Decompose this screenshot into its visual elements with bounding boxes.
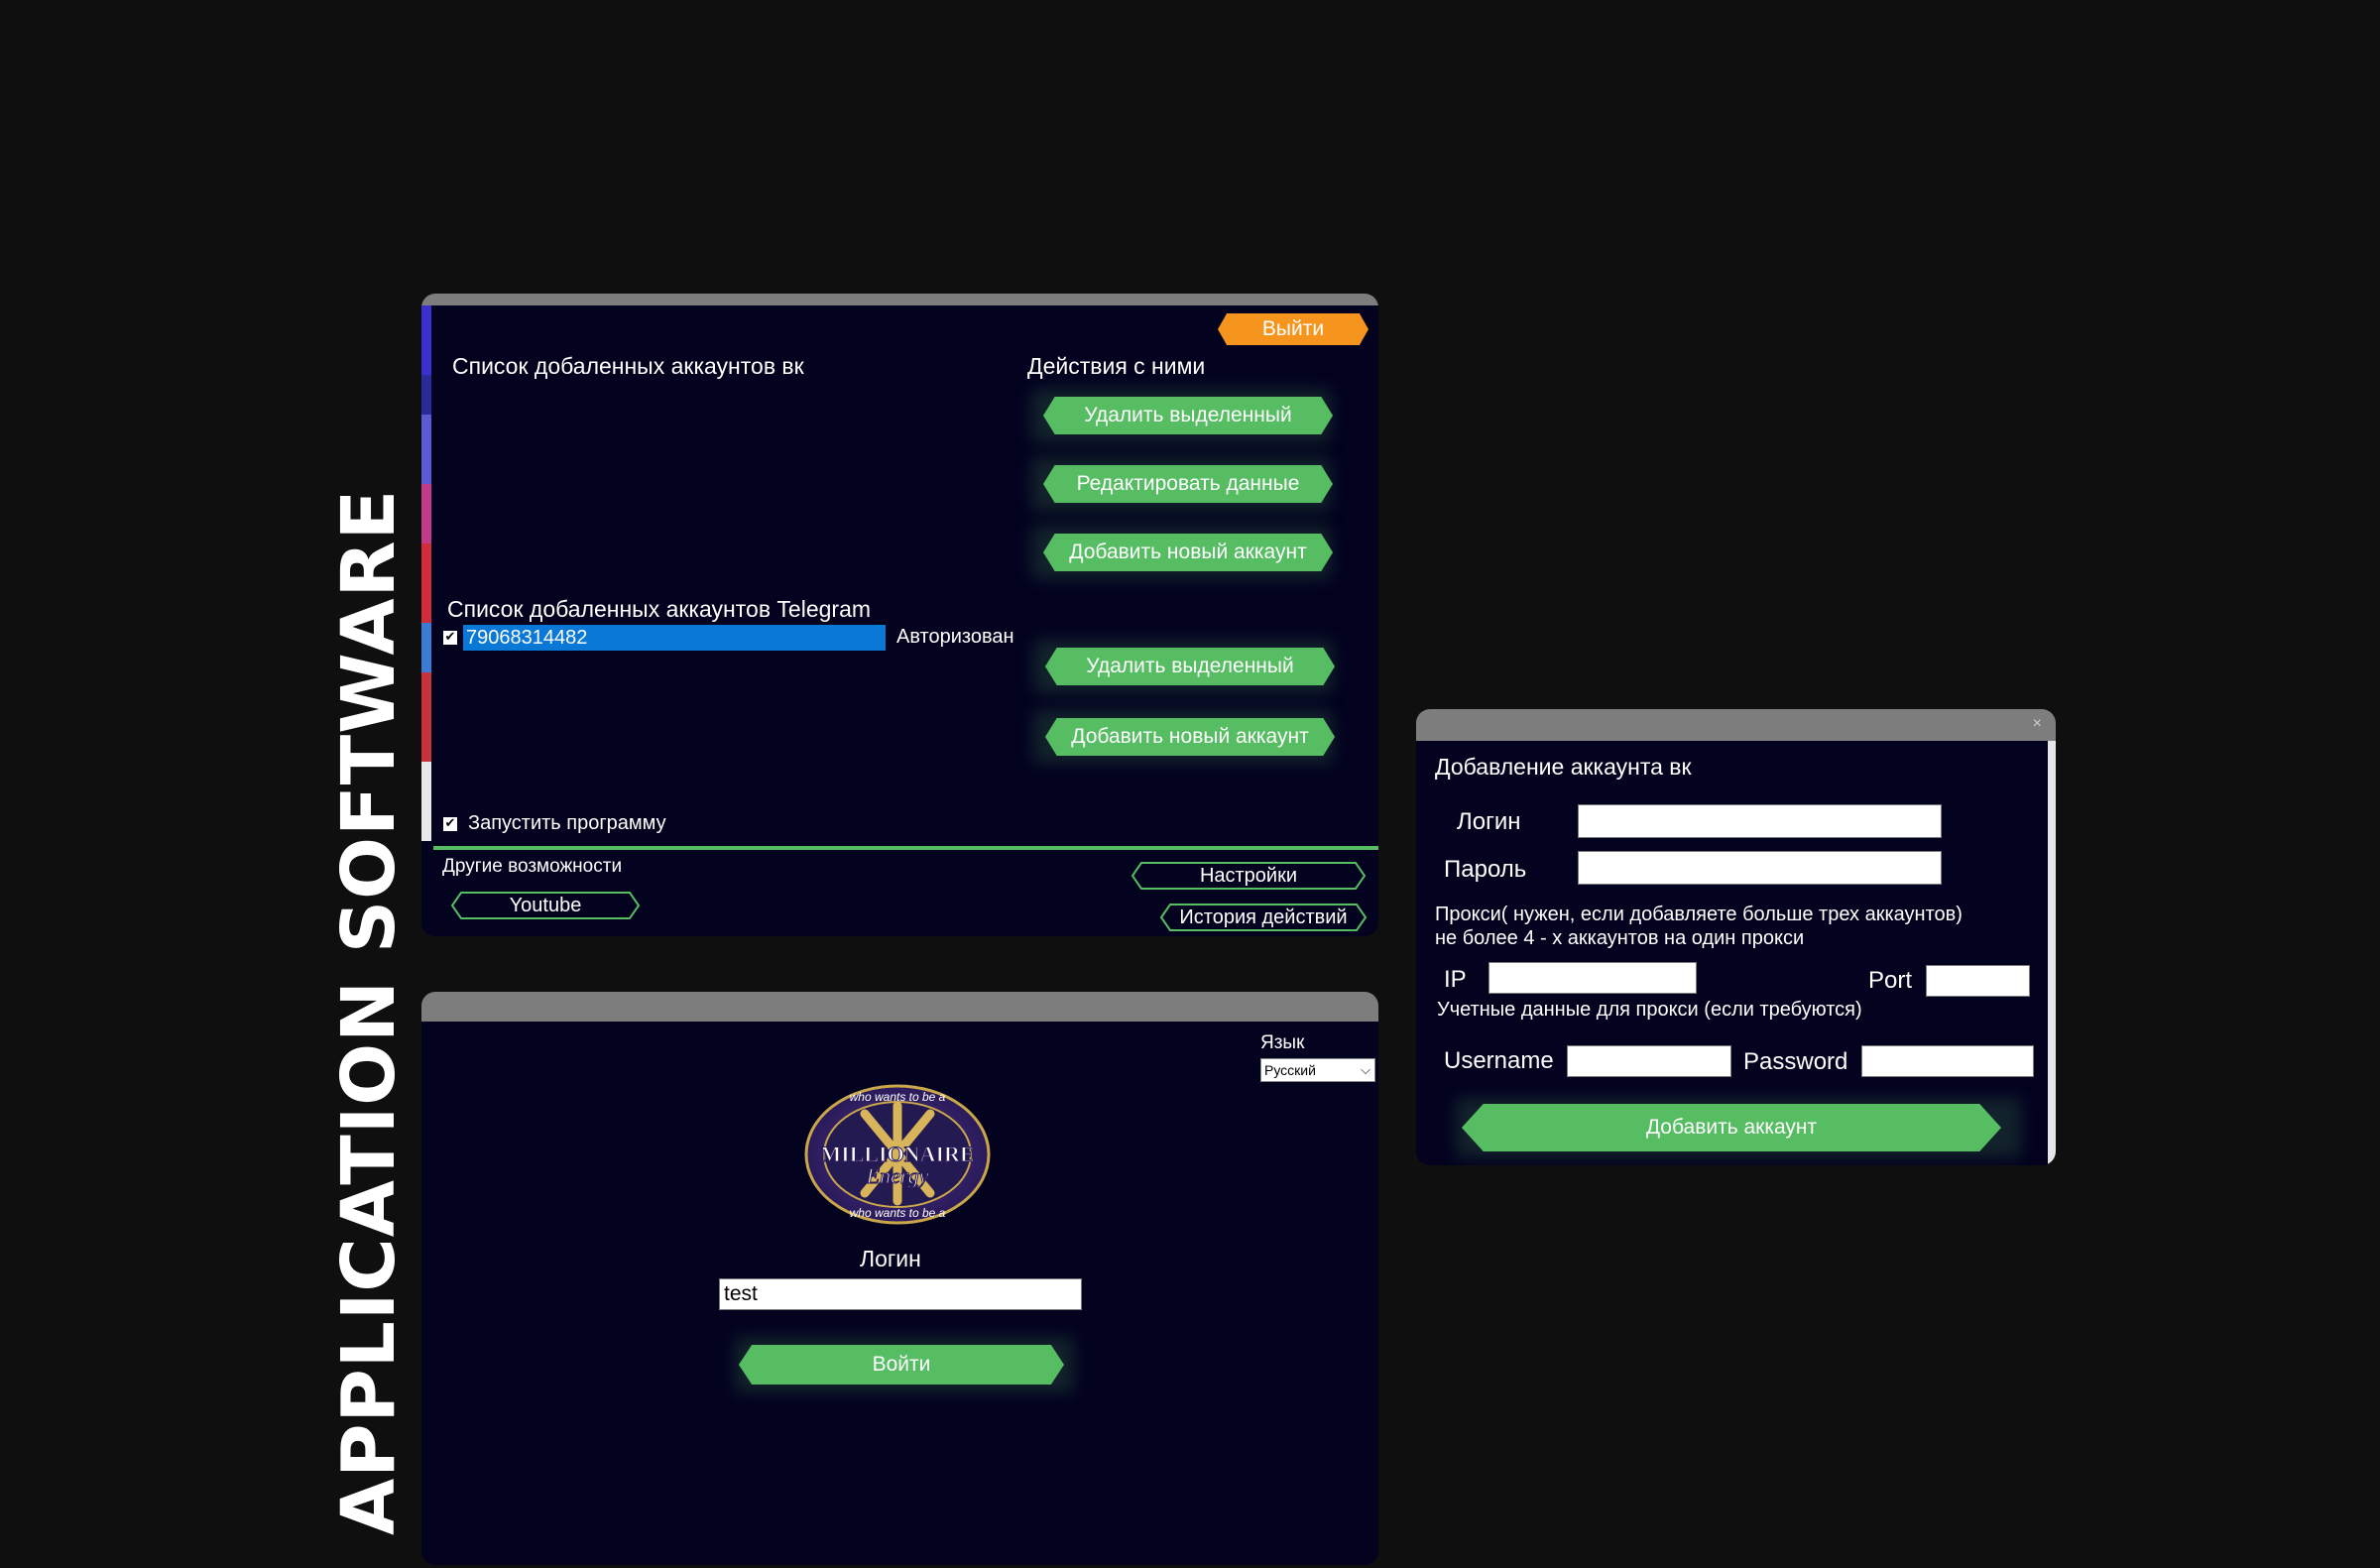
login-input[interactable]	[1578, 804, 1942, 838]
right-edge-strip	[2048, 741, 2056, 1165]
run-program-checkbox[interactable]: ✔	[443, 817, 457, 831]
chevron-down-icon: ⌵	[1361, 1062, 1370, 1077]
logo-text-bottom: who wants to be a	[850, 1206, 946, 1220]
tg-list-title: Список добаленных аккаунтов Telegram	[447, 596, 872, 622]
tg-account-number[interactable]: 79068314482	[463, 625, 886, 651]
login-label: Логин	[860, 1246, 921, 1271]
tg-account-checkbox[interactable]: ✔	[443, 631, 457, 645]
language-label: Язык	[1260, 1032, 1305, 1053]
password-en-label: Password	[1743, 1048, 1848, 1075]
other-features-label: Другие возможности	[442, 856, 623, 877]
vk-delete-selected-button[interactable]: Удалить выделенный	[1043, 397, 1333, 434]
login-window: Язык Русский ⌵ who wants to be a MILLION…	[421, 992, 1378, 1565]
title-bar[interactable]	[421, 992, 1378, 1022]
ip-label: IP	[1444, 966, 1467, 993]
background-app-strip	[421, 305, 431, 936]
divider	[433, 846, 1378, 850]
proxy-note-line2: не более 4 - х аккаунтов на один прокси	[1435, 927, 1805, 949]
history-label: История действий	[1179, 905, 1348, 928]
password-input[interactable]	[1578, 851, 1942, 885]
add-vk-account-window: × Добавление аккаунта вк Логин Пароль Пр…	[1416, 709, 2056, 1165]
title-bar[interactable]	[421, 294, 1378, 305]
page-title: APPLICATION SOFTWARE	[326, 488, 412, 1535]
port-label: Port	[1868, 967, 1913, 994]
millionaire-logo: who wants to be a MILLIONAIRE Energy who…	[803, 1084, 992, 1225]
settings-label: Настройки	[1199, 864, 1298, 887]
actions-title: Действия с ними	[1027, 353, 1206, 379]
language-select[interactable]: Русский ⌵	[1260, 1058, 1375, 1082]
exit-button[interactable]: Выйти	[1218, 313, 1368, 345]
username-label: Username	[1444, 1047, 1554, 1074]
tg-account-status: Авторизован	[896, 626, 1014, 648]
run-program-label: Запустить программу	[468, 812, 666, 834]
add-account-button[interactable]: Добавить аккаунт	[1462, 1104, 2001, 1151]
youtube-button[interactable]: Youtube	[450, 892, 641, 919]
youtube-label: Youtube	[509, 894, 582, 916]
password-en-input[interactable]	[1861, 1045, 2034, 1077]
login-input[interactable]: test	[719, 1278, 1082, 1310]
credentials-note: Учетные данные для прокси (если требуютс…	[1437, 999, 1862, 1021]
settings-button[interactable]: Настройки	[1130, 862, 1367, 890]
ip-input[interactable]	[1488, 962, 1697, 994]
vk-list-title: Список добаленных аккаунтов вк	[452, 353, 804, 379]
login-label: Логин	[1457, 808, 1521, 835]
close-icon[interactable]: ×	[2033, 715, 2042, 733]
main-window: Выйти Список добаленных аккаунтов вк Дей…	[421, 294, 1378, 936]
title-bar[interactable]	[1416, 709, 2056, 741]
history-button[interactable]: История действий	[1159, 904, 1368, 931]
proxy-note-line1: Прокси( нужен, если добавляете больше тр…	[1435, 904, 1963, 925]
password-label: Пароль	[1444, 856, 1527, 883]
port-input[interactable]	[1926, 965, 2030, 997]
logo-text-sub: Energy	[866, 1163, 929, 1188]
logo-text-top: who wants to be a	[850, 1090, 946, 1104]
tg-add-account-button[interactable]: Добавить новый аккаунт	[1045, 718, 1335, 756]
enter-button[interactable]: Войти	[739, 1345, 1064, 1385]
language-selected-value: Русский	[1264, 1062, 1316, 1078]
vk-add-account-button[interactable]: Добавить новый аккаунт	[1043, 534, 1333, 571]
username-input[interactable]	[1567, 1045, 1731, 1077]
vk-edit-data-button[interactable]: Редактировать данные	[1043, 465, 1333, 503]
tg-delete-selected-button[interactable]: Удалить выделенный	[1045, 648, 1335, 685]
form-title: Добавление аккаунта вк	[1435, 754, 1692, 780]
